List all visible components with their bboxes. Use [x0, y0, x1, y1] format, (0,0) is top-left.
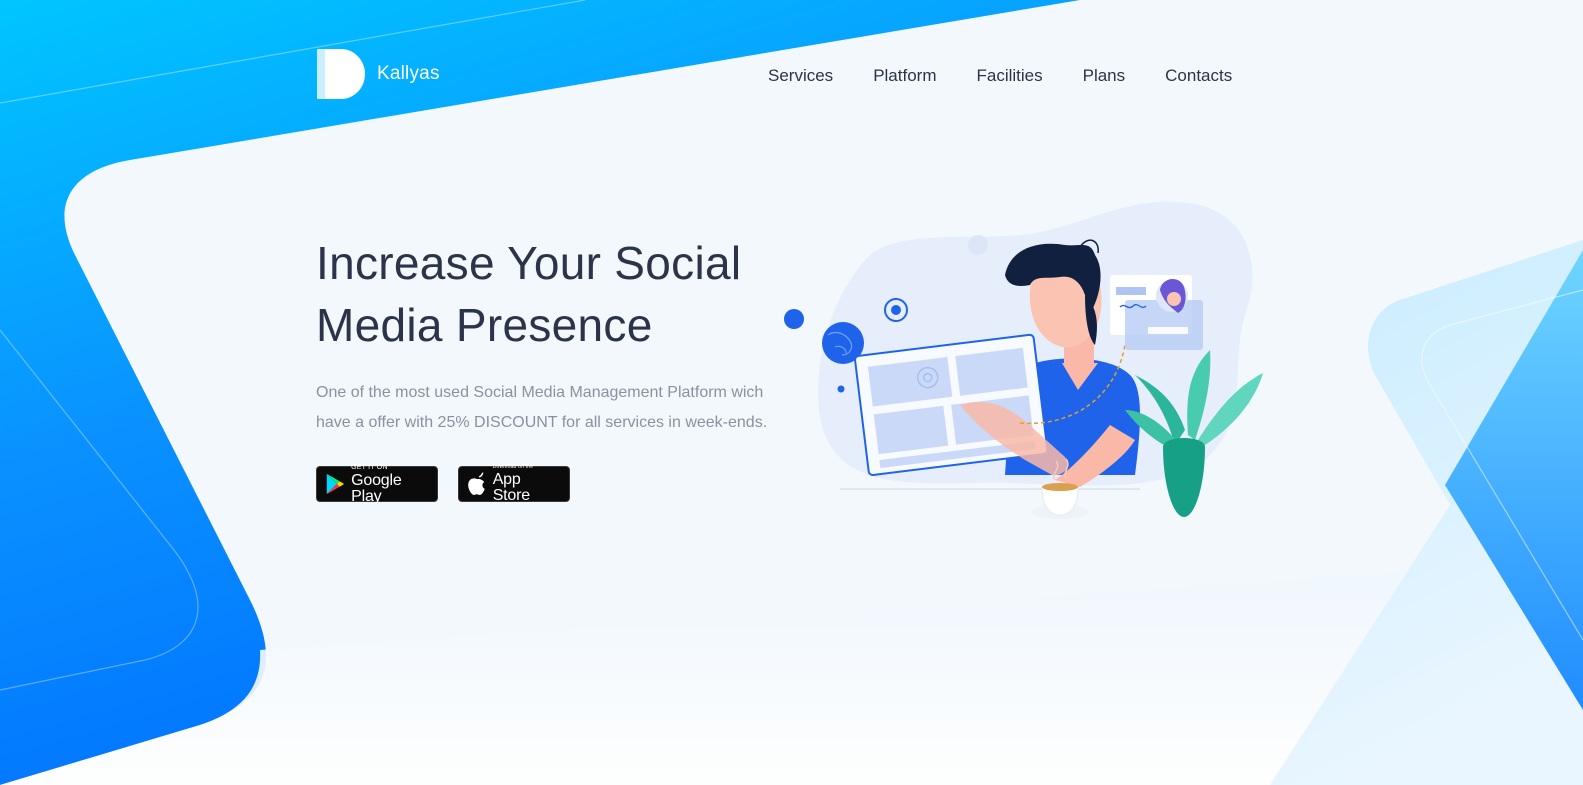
decor-ring-center: [891, 305, 901, 315]
apple-icon: [468, 472, 485, 495]
hero-description-line-2: have a offer with 25% DISCOUNT for all s…: [316, 414, 768, 431]
store-buttons: GET IT ON Google Play Download on the Ap…: [316, 463, 816, 505]
hero-description-line-1: One of the most used Social Media Manage…: [316, 384, 764, 401]
decor-dot-small: [837, 385, 845, 393]
nav-item-platform[interactable]: Platform: [873, 66, 936, 86]
main-nav: Services Platform Facilities Plans Conta…: [768, 66, 1232, 86]
app-store-small-text: Download on the: [492, 463, 534, 470]
google-play-big-text: Google Play: [351, 471, 402, 505]
nav-item-contacts[interactable]: Contacts: [1165, 66, 1232, 86]
logo-icon: [317, 49, 365, 99]
app-store-text: Download on the App Store: [492, 463, 561, 504]
decor-dot-pale: [968, 235, 988, 255]
app-store-big-text: App Store: [492, 470, 530, 504]
nav-item-facilities[interactable]: Facilities: [976, 66, 1042, 86]
person-with-tablet-illustration: [784, 201, 1263, 519]
hero-section: Increase Your Social Media Presence One …: [316, 232, 816, 505]
google-play-small-text: GET IT ON: [351, 463, 388, 471]
hero-title: Increase Your Social Media Presence: [316, 232, 816, 356]
brand-logo[interactable]: Kallyas: [317, 49, 440, 99]
brand-name: Kallyas: [377, 63, 440, 84]
google-play-text: GET IT ON Google Play: [351, 464, 429, 505]
hero-description: One of the most used Social Media Manage…: [316, 378, 796, 438]
hero-title-line-2: Media Presence: [316, 299, 653, 351]
hero-title-line-1: Increase Your Social: [316, 237, 742, 289]
app-store-button[interactable]: Download on the App Store: [458, 463, 570, 504]
nav-item-plans[interactable]: Plans: [1083, 66, 1126, 86]
decor-dot-large: [784, 309, 804, 329]
plant-pot: [1163, 438, 1205, 517]
nav-item-services[interactable]: Services: [768, 66, 833, 86]
google-play-icon: [326, 473, 345, 495]
google-play-button[interactable]: GET IT ON Google Play: [316, 464, 438, 505]
